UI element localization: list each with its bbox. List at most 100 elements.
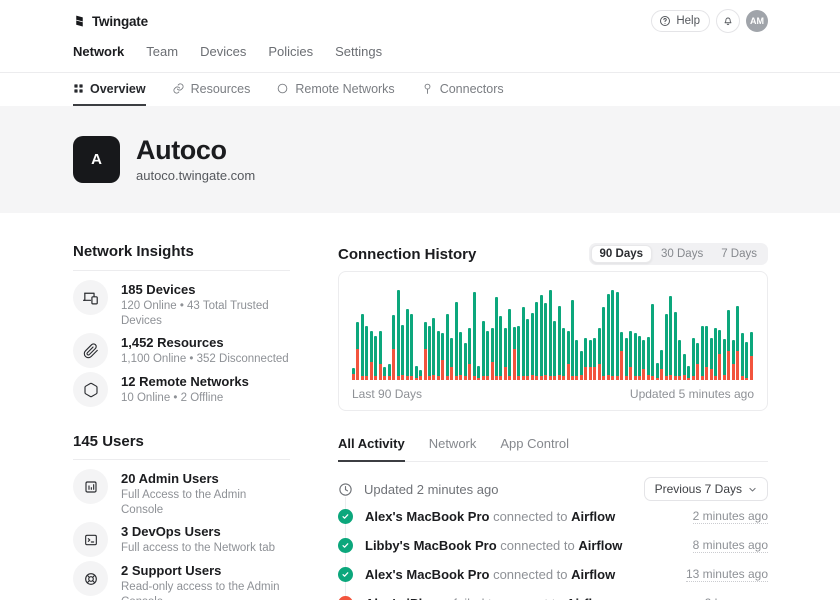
chart-bar-day-56[interactable] <box>598 328 601 380</box>
chart-bar-day-47[interactable] <box>558 306 561 380</box>
chart-bar-day-39[interactable] <box>522 307 525 380</box>
notifications-button[interactable] <box>716 9 740 33</box>
chart-bar-day-11[interactable] <box>397 290 400 380</box>
chart-bar-day-70[interactable] <box>660 350 663 380</box>
chart-bar-day-68[interactable] <box>651 304 654 380</box>
user-item-2-support-users[interactable]: 2 Support UsersRead-only access to the A… <box>73 561 290 600</box>
chart-bar-day-2[interactable] <box>356 322 359 380</box>
insight-item-185-devices[interactable]: 185 Devices120 Online • 43 Total Trusted… <box>73 280 290 329</box>
chart-bar-day-81[interactable] <box>710 338 713 380</box>
subnav-item-connectors[interactable]: Connectors <box>421 73 504 106</box>
chart-bar-day-41[interactable] <box>531 313 534 380</box>
nav-item-policies[interactable]: Policies <box>268 44 313 59</box>
chart-bar-day-67[interactable] <box>647 337 650 380</box>
chart-bar-day-9[interactable] <box>388 364 391 380</box>
chart-bar-day-29[interactable] <box>477 366 480 380</box>
chart-bar-day-15[interactable] <box>415 366 418 380</box>
range-button-30-days[interactable]: 30 Days <box>652 245 712 263</box>
chart-bar-day-8[interactable] <box>383 367 386 380</box>
twingate-brand[interactable]: Twingate <box>73 14 148 29</box>
chart-bar-day-77[interactable] <box>692 338 695 380</box>
range-button-7-days[interactable]: 7 Days <box>712 245 766 263</box>
chart-bar-day-25[interactable] <box>459 332 462 380</box>
chart-bar-day-1[interactable] <box>352 368 355 380</box>
chart-bar-day-12[interactable] <box>401 325 404 380</box>
tab-network[interactable]: Network <box>429 436 477 462</box>
chart-bar-day-66[interactable] <box>642 340 645 380</box>
nav-item-network[interactable]: Network <box>73 44 124 59</box>
chart-bar-day-14[interactable] <box>410 314 413 380</box>
avatar[interactable]: AM <box>746 10 768 32</box>
insight-item-12-remote-networks[interactable]: 12 Remote Networks10 Online • 2 Offline <box>73 372 290 407</box>
user-item-3-devops-users[interactable]: 3 DevOps UsersFull access to the Network… <box>73 522 290 557</box>
chart-bar-day-20[interactable] <box>437 331 440 380</box>
chart-bar-day-80[interactable] <box>705 326 708 380</box>
chart-bar-day-44[interactable] <box>544 303 547 380</box>
chart-bar-day-35[interactable] <box>504 328 507 380</box>
chart-bar-day-74[interactable] <box>678 340 681 380</box>
chart-bar-day-54[interactable] <box>589 340 592 380</box>
chart-bar-day-3[interactable] <box>361 314 364 380</box>
chart-bar-day-90[interactable] <box>750 332 753 380</box>
chart-bar-day-73[interactable] <box>674 312 677 380</box>
chart-bar-day-87[interactable] <box>736 306 739 380</box>
chart-bar-day-86[interactable] <box>732 340 735 380</box>
chart-bar-day-24[interactable] <box>455 302 458 380</box>
chart-bar-day-38[interactable] <box>517 326 520 380</box>
chart-bar-day-89[interactable] <box>745 342 748 380</box>
chart-bar-day-53[interactable] <box>584 338 587 380</box>
activity-row[interactable]: Alex's MacBook Pro connected to Airflow2… <box>338 502 768 531</box>
chart-bar-day-88[interactable] <box>741 333 744 380</box>
chart-bar-day-65[interactable] <box>638 336 641 380</box>
chart-bar-day-71[interactable] <box>665 314 668 380</box>
chart-bar-day-60[interactable] <box>616 292 619 380</box>
chart-bar-day-64[interactable] <box>634 333 637 380</box>
chart-bar-day-34[interactable] <box>499 316 502 380</box>
chart-bar-day-26[interactable] <box>464 343 467 380</box>
chart-bar-day-82[interactable] <box>714 328 717 380</box>
chart-bar-day-21[interactable] <box>441 333 444 380</box>
chart-bar-day-28[interactable] <box>473 292 476 380</box>
chart-bar-day-51[interactable] <box>575 340 578 380</box>
chart-bar-day-59[interactable] <box>611 290 614 380</box>
tab-app-control[interactable]: App Control <box>500 436 569 462</box>
chart-bar-day-22[interactable] <box>446 314 449 380</box>
chart-bar-day-13[interactable] <box>406 309 409 380</box>
chart-bar-day-48[interactable] <box>562 328 565 380</box>
chart-bar-day-61[interactable] <box>620 332 623 380</box>
chart-bar-day-45[interactable] <box>549 290 552 380</box>
chart-bar-day-58[interactable] <box>607 294 610 380</box>
chart-bar-day-63[interactable] <box>629 331 632 380</box>
chart-bar-day-85[interactable] <box>727 310 730 380</box>
chart-bar-day-83[interactable] <box>718 330 721 380</box>
chart-bar-day-55[interactable] <box>593 338 596 380</box>
chart-bar-day-19[interactable] <box>432 318 435 380</box>
subnav-item-overview[interactable]: Overview <box>73 73 146 106</box>
chart-bar-day-49[interactable] <box>567 331 570 380</box>
chart-bar-day-69[interactable] <box>656 363 659 380</box>
chart-bar-day-27[interactable] <box>468 328 471 380</box>
chart-bar-day-10[interactable] <box>392 315 395 380</box>
tab-all-activity[interactable]: All Activity <box>338 436 405 462</box>
chart-bar-day-5[interactable] <box>370 331 373 380</box>
chart-bar-day-37[interactable] <box>513 327 516 380</box>
activity-row[interactable]: Libby's MacBook Pro connected to Airflow… <box>338 531 768 560</box>
chart-bar-day-62[interactable] <box>625 338 628 380</box>
chart-bar-day-36[interactable] <box>508 309 511 380</box>
nav-item-team[interactable]: Team <box>146 44 178 59</box>
activity-row[interactable]: Alex's iPhone failed to connect to Airfl… <box>338 589 768 600</box>
help-button[interactable]: Help <box>651 10 710 32</box>
chart-bar-day-46[interactable] <box>553 321 556 380</box>
chart-bar-day-31[interactable] <box>486 331 489 380</box>
chart-bar-day-78[interactable] <box>696 343 699 380</box>
chart-bar-day-72[interactable] <box>669 296 672 380</box>
chart-bar-day-57[interactable] <box>602 307 605 380</box>
chart-bar-day-52[interactable] <box>580 351 583 380</box>
activity-row[interactable]: Alex's MacBook Pro connected to Airflow1… <box>338 560 768 589</box>
chart-bar-day-6[interactable] <box>374 336 377 380</box>
chart-bar-day-79[interactable] <box>701 326 704 380</box>
subnav-item-remote-networks[interactable]: Remote Networks <box>276 73 394 106</box>
chart-bar-day-17[interactable] <box>424 322 427 380</box>
chart-bar-day-18[interactable] <box>428 326 431 380</box>
chart-bar-day-4[interactable] <box>365 326 368 380</box>
